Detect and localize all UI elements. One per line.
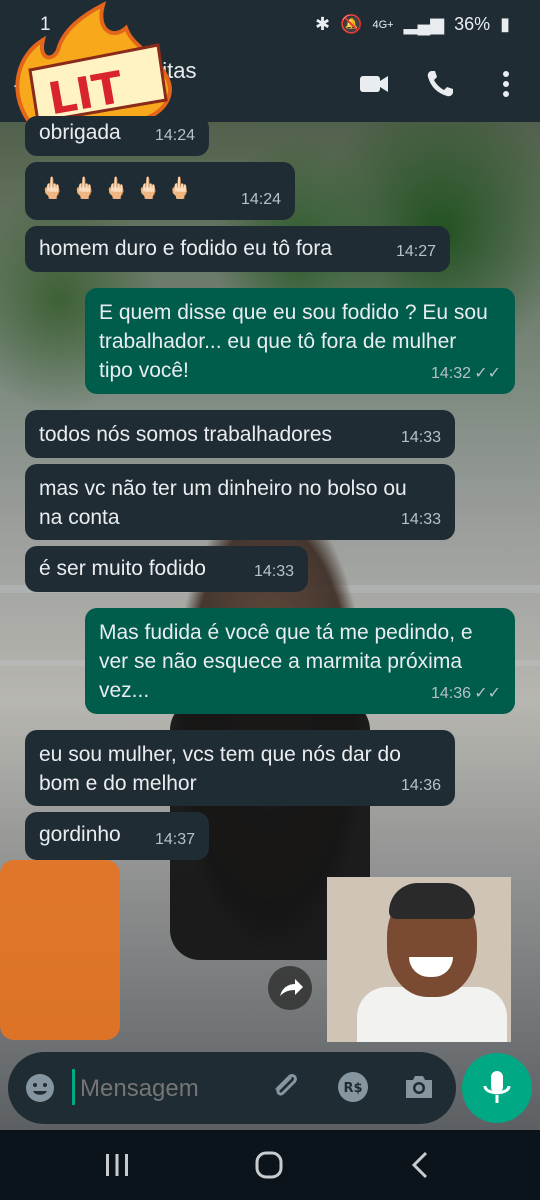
mute-icon: 🔕 bbox=[340, 14, 363, 34]
forward-icon[interactable] bbox=[268, 966, 312, 1010]
message-text: eu sou mulher, vcs tem que nós dar do bo… bbox=[39, 743, 401, 795]
more-options-icon[interactable] bbox=[490, 68, 522, 100]
microphone-button[interactable] bbox=[462, 1053, 532, 1123]
nav-back-icon[interactable] bbox=[404, 1148, 438, 1187]
wallpaper-bike bbox=[0, 860, 120, 1040]
battery-icon: ▮ bbox=[500, 14, 510, 34]
message-bubble-incoming[interactable]: 🖕🏻 🖕🏻 🖕🏻 🖕🏻 🖕🏻 14:24 bbox=[25, 162, 295, 220]
message-time: 14:24 bbox=[240, 191, 281, 208]
message-bubble-outgoing[interactable]: E quem disse que eu sou fodido ? Eu sou … bbox=[85, 288, 515, 394]
message-time: 14:24 bbox=[154, 127, 195, 144]
network-label: 4G+ bbox=[372, 18, 394, 31]
message-bubble-incoming[interactable]: obrigada 14:24 bbox=[25, 116, 209, 156]
pip-person-hair bbox=[389, 883, 475, 919]
lit-fire-sticker: LIT bbox=[8, 0, 178, 125]
video-call-icon[interactable] bbox=[358, 68, 390, 100]
recent-apps-icon[interactable] bbox=[100, 1148, 134, 1187]
message-time: 14:27 bbox=[395, 243, 436, 260]
message-time: 14:37 bbox=[154, 831, 195, 848]
home-icon[interactable] bbox=[252, 1148, 286, 1187]
message-bubble-incoming[interactable]: gordinho 14:37 bbox=[25, 812, 209, 860]
message-bubble-incoming[interactable]: todos nós somos trabalhadores 14:33 bbox=[25, 410, 455, 458]
message-time: 14:33 bbox=[400, 429, 441, 446]
attach-icon[interactable] bbox=[268, 1070, 302, 1109]
system-nav-bar bbox=[0, 1130, 540, 1200]
message-time: 14:33 bbox=[400, 511, 441, 528]
message-text: homem duro e fodido eu tô fora bbox=[39, 237, 333, 260]
message-bubble-outgoing[interactable]: Mas fudida é você que tá me pedindo, e v… bbox=[85, 608, 515, 714]
message-input[interactable] bbox=[78, 1069, 262, 1109]
message-composer: R$ bbox=[8, 1052, 456, 1124]
message-bubble-incoming[interactable]: é ser muito fodido 14:33 bbox=[25, 546, 308, 592]
message-bubble-incoming[interactable]: mas vc não ter um dinheiro no bolso ou n… bbox=[25, 464, 455, 540]
pip-video-overlay[interactable] bbox=[327, 877, 511, 1042]
message-time: 14:32 bbox=[430, 365, 471, 382]
payment-icon[interactable]: R$ bbox=[336, 1070, 370, 1109]
message-time: 14:36 bbox=[400, 777, 441, 794]
text-caret bbox=[72, 1069, 75, 1105]
message-bubble-incoming[interactable]: eu sou mulher, vcs tem que nós dar do bo… bbox=[25, 730, 455, 806]
battery-label: 36% bbox=[454, 14, 491, 34]
message-text: todos nós somos trabalhadores bbox=[39, 423, 333, 446]
emoji-icon[interactable] bbox=[24, 1072, 56, 1109]
microphone-icon bbox=[483, 1071, 511, 1103]
status-icons: ✱ 🔕 4G+ ▂▄▆ 36% ▮ bbox=[315, 14, 510, 35]
bluetooth-icon: ✱ bbox=[314, 14, 331, 34]
message-text: mas vc não ter um dinheiro no bolso ou n… bbox=[39, 477, 407, 529]
voice-call-icon[interactable] bbox=[424, 68, 456, 100]
signal-icon: ▂▄▆ bbox=[403, 14, 445, 34]
message-bubble-incoming[interactable]: homem duro e fodido eu tô fora 14:27 bbox=[25, 226, 450, 272]
message-time: 14:33 bbox=[253, 563, 294, 580]
payment-label: R$ bbox=[343, 1081, 362, 1096]
camera-icon[interactable] bbox=[402, 1070, 436, 1109]
read-receipt-icon: ✓✓ bbox=[474, 685, 501, 702]
read-receipt-icon: ✓✓ bbox=[474, 365, 501, 382]
message-time: 14:36 bbox=[430, 685, 471, 702]
